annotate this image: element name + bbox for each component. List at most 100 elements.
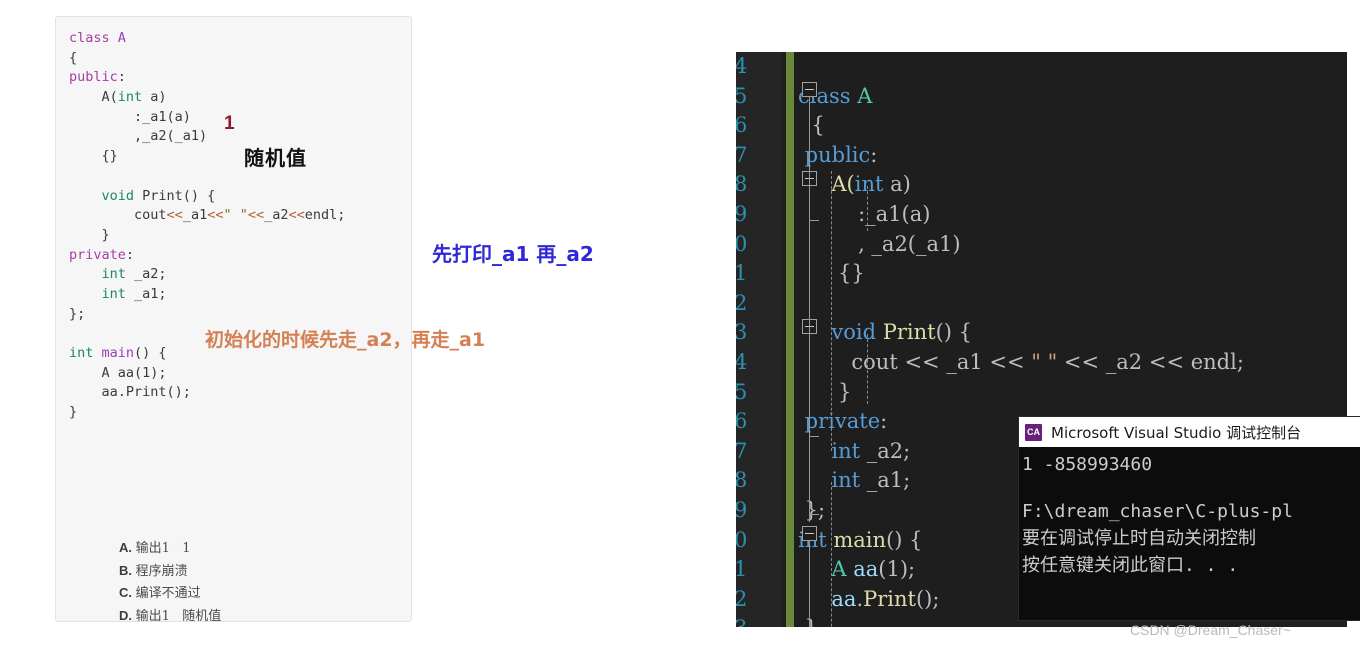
left-note-panel: class A{public: A(int a) :_a1(a) ,_a2(_a… (55, 16, 412, 622)
code-token: << _a2 << endl; (1057, 349, 1244, 374)
code-token: aa.Print(); (69, 384, 191, 401)
code-token: << (247, 207, 265, 224)
code-line: {} (798, 259, 1347, 289)
console-title-label: Microsoft Visual Studio 调试控制台 (1051, 423, 1302, 442)
code-line: void Print() { (798, 318, 1347, 348)
line-number: 1 (736, 261, 748, 286)
code-token: Print (882, 320, 936, 345)
answer-option-text: 编译不通过 (135, 586, 201, 601)
code-token: << (207, 207, 224, 224)
console-line: 按任意键关闭此窗口. . . (1022, 555, 1239, 576)
code-token: {} (69, 148, 118, 165)
answer-option-text: 输出1 1 (135, 541, 191, 556)
code-token: _a1; (125, 285, 167, 302)
line-number: 5 (736, 83, 748, 108)
code-line: :_a1(a) (798, 200, 1347, 230)
code-token: int (117, 89, 143, 106)
code-token: a) (142, 89, 167, 106)
code-token: void (831, 320, 877, 345)
code-token: << (288, 207, 305, 224)
answer-option[interactable]: A. 输出1 1 (119, 537, 221, 560)
indent-guide-4 (867, 334, 868, 404)
fold-elbow-main (809, 612, 819, 627)
answer-option-letter: D. (119, 607, 136, 622)
line-number: 2 (736, 586, 748, 611)
line-number: 8 (736, 468, 748, 493)
code-token: Print() { (134, 187, 216, 204)
code-line: ,_a2(_a1) (69, 127, 407, 147)
code-line: } (798, 378, 1347, 408)
line-number: 3 (736, 320, 748, 345)
line-number: 3 (736, 614, 780, 627)
code-line: A(int a) (798, 170, 1347, 200)
code-token: int (831, 438, 861, 463)
code-token: aa (853, 557, 879, 582)
answer-option[interactable]: C. 编译不通过 (119, 582, 221, 605)
answer-option[interactable]: D. 输出1 随机值 (119, 605, 221, 622)
debug-console-window[interactable]: CA Microsoft Visual Studio 调试控制台 1 -8589… (1019, 417, 1360, 620)
code-token: :_a1(a) (69, 108, 191, 125)
annotation-value-one: 1 (224, 113, 235, 134)
fold-marker-class-a[interactable] (802, 82, 817, 97)
line-number: 6 (736, 409, 748, 434)
answer-option[interactable]: B. 程序崩溃 (119, 560, 221, 583)
code-token: public (69, 69, 118, 86)
code-line: int _a1; (69, 285, 407, 305)
code-token: A (831, 557, 847, 582)
answer-option-letter: C. (119, 585, 136, 600)
line-number: 1 (736, 557, 748, 582)
code-token: Print (863, 586, 916, 611)
code-token: int (69, 345, 94, 361)
code-token: cout << _a1 << (798, 349, 1032, 374)
code-line: class A (798, 82, 1347, 112)
fold-marker-main[interactable] (802, 526, 817, 541)
code-token: () { (134, 345, 167, 361)
console-title-bar[interactable]: CA Microsoft Visual Studio 调试控制台 (1019, 417, 1360, 447)
fold-elbow-class (809, 452, 819, 515)
annotation-init-order: 初始化的时候先走_a2，再走_a1 (205, 329, 486, 351)
code-line: } (69, 403, 407, 423)
code-token: " " (1031, 349, 1058, 374)
code-token: void (101, 187, 135, 204)
code-token: _a2; (860, 438, 911, 463)
fold-elbow-ctor (809, 186, 819, 221)
indent-guide-2 (831, 482, 832, 627)
line-number: 0 (736, 231, 748, 256)
line-number: 0 (736, 527, 748, 552)
code-token: (1); (878, 557, 916, 582)
indent-guide-3 (867, 186, 868, 231)
code-line: :_a1(a) (69, 108, 407, 128)
code-token: } (69, 404, 78, 421)
answer-option-text: 程序崩溃 (135, 563, 188, 579)
code-token: " " (223, 207, 248, 224)
answer-option-letter: A. (119, 540, 136, 555)
code-line: public: (69, 68, 407, 88)
answer-option-letter: B. (119, 562, 136, 578)
code-token: : (125, 246, 135, 263)
csdn-watermark: CSDN @Dream_Chaser~ (1130, 622, 1291, 638)
annotation-random-value: 随机值 (244, 146, 307, 170)
code-token: A (117, 30, 126, 46)
code-token: endl; (304, 207, 346, 224)
code-token: int (831, 468, 861, 493)
code-token: int (101, 285, 126, 302)
code-line: class A (69, 29, 407, 49)
code-token: main (833, 527, 887, 552)
code-token: ,_a2(_a1) (69, 128, 208, 145)
code-token: _a1; (860, 468, 911, 493)
code-token: _a1 (182, 207, 208, 224)
code-token: , _a2(_a1) (798, 231, 961, 256)
console-line: 1 -858993460 (1022, 454, 1153, 475)
line-number: 4 (736, 349, 748, 374)
line-number: 2 (736, 290, 748, 315)
code-line: , _a2(_a1) (798, 230, 1347, 260)
line-number: 7 (736, 142, 748, 167)
code-token: main (101, 345, 135, 361)
